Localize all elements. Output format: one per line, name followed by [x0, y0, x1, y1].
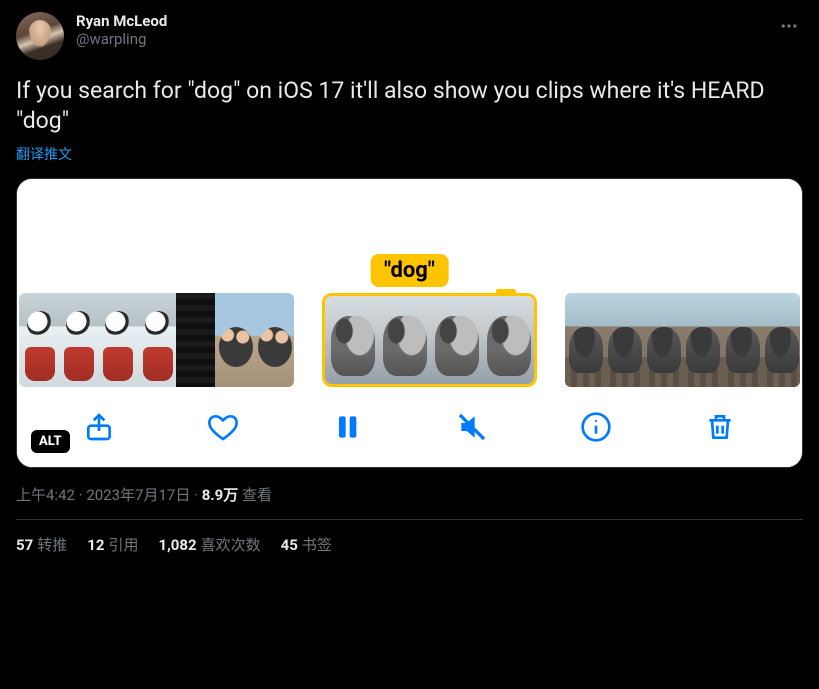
trash-icon	[704, 411, 736, 443]
stat-quotes[interactable]: 12引用	[87, 534, 138, 555]
timeline-frame	[643, 293, 682, 387]
like-button[interactable]	[206, 410, 240, 444]
timeline-frame	[565, 293, 604, 387]
timeline-frame	[137, 293, 176, 387]
media-whitespace: "dog"	[17, 179, 802, 293]
timeline-frame	[254, 293, 293, 387]
translate-link[interactable]: 翻译推文	[16, 144, 803, 164]
timeline-frame	[682, 293, 721, 387]
timeline-frame	[722, 293, 761, 387]
stat-retweets[interactable]: 57转推	[16, 534, 67, 555]
pause-icon	[331, 411, 363, 443]
tweet-stats: 57转推 12引用 1,082喜欢次数 45书签	[16, 520, 803, 559]
more-icon	[779, 16, 799, 36]
clip-group-3[interactable]	[565, 293, 800, 387]
author-handle[interactable]: @warpling	[76, 30, 763, 48]
tweet-time[interactable]: 上午4:42	[16, 486, 75, 504]
tweet-meta: 上午4:42 · 2023年7月17日 · 8.9万 查看	[16, 484, 803, 505]
clip-group-1[interactable]	[19, 293, 294, 387]
search-highlight-tag: "dog"	[370, 254, 449, 287]
stat-bookmarks[interactable]: 45书签	[281, 534, 332, 555]
delete-button[interactable]	[703, 410, 737, 444]
user-block: Ryan McLeod @warpling	[76, 12, 763, 48]
timeline-frame	[481, 296, 533, 387]
timeline-frame	[377, 296, 429, 387]
timeline-frame	[604, 293, 643, 387]
timeline-frame	[176, 293, 215, 387]
avatar[interactable]	[16, 12, 64, 60]
video-timeline[interactable]	[17, 293, 802, 387]
views-label: 查看	[242, 486, 272, 504]
tweet-header: Ryan McLeod @warpling	[16, 12, 803, 60]
timeline-frame	[325, 296, 377, 387]
timeline-frame	[97, 293, 136, 387]
media-toolbar	[17, 387, 802, 467]
timeline-frame	[761, 293, 800, 387]
alt-badge[interactable]: ALT	[31, 430, 70, 453]
media-card[interactable]: "dog"	[16, 178, 803, 468]
info-icon	[580, 411, 612, 443]
speaker-muted-icon	[456, 411, 488, 443]
more-button[interactable]	[775, 12, 803, 44]
tweet-container: Ryan McLeod @warpling If you search for …	[0, 0, 819, 571]
timeline-frame	[215, 293, 254, 387]
timeline-frame	[58, 293, 97, 387]
mute-button[interactable]	[455, 410, 489, 444]
share-button[interactable]	[82, 410, 116, 444]
tweet-date[interactable]: 2023年7月17日	[86, 486, 190, 504]
info-button[interactable]	[579, 410, 613, 444]
views-count: 8.9万	[202, 486, 239, 504]
heart-icon	[207, 411, 239, 443]
clip-group-active[interactable]	[322, 293, 537, 387]
share-icon	[83, 411, 115, 443]
pause-button[interactable]	[330, 410, 364, 444]
tweet-text: If you search for "dog" on iOS 17 it'll …	[16, 76, 803, 136]
author-name[interactable]: Ryan McLeod	[76, 12, 763, 30]
timeline-frame	[429, 296, 481, 387]
timeline-frame	[19, 293, 58, 387]
stat-likes[interactable]: 1,082喜欢次数	[158, 534, 260, 555]
